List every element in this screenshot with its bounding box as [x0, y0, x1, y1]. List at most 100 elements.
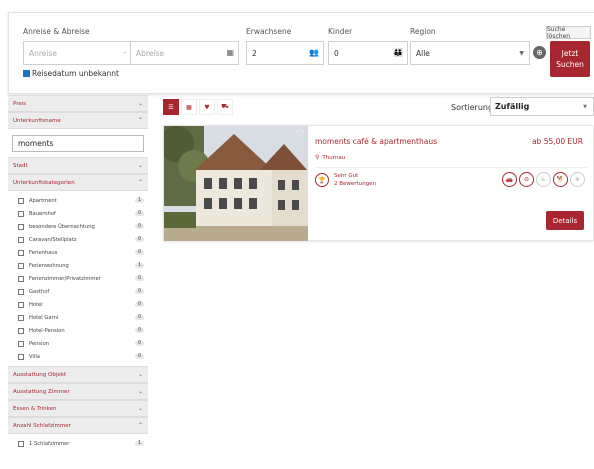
category-item[interactable]: besondere Übernachtung 0 — [8, 220, 148, 233]
checkbox-icon[interactable] — [18, 197, 24, 204]
count-badge: 0 — [134, 315, 144, 320]
count-badge: 0 — [134, 302, 144, 307]
category-item[interactable]: Apartment 1 — [8, 194, 148, 207]
filter-sidebar: Preis ⌄ Unterkunftsname ⌃ moments Stadt … — [8, 95, 148, 469]
category-label: Ferienwohnung — [29, 262, 69, 269]
category-label: Ferienzimmer/Privatzimmer — [29, 275, 101, 282]
filter-section[interactable]: Ausstattung Objekt ⌄ — [8, 366, 148, 383]
search-submit-button[interactable]: Jetzt Suchen — [550, 41, 590, 77]
chevron-down-icon: ⌄ — [137, 405, 143, 412]
checkbox-icon[interactable] — [18, 236, 24, 243]
category-label: Pension — [29, 340, 50, 347]
count-badge: 0 — [134, 289, 144, 294]
heart-icon: ♥ — [204, 103, 210, 111]
count-badge: 0 — [134, 354, 144, 359]
grid-icon: ▦ — [186, 103, 192, 111]
category-item[interactable]: Hotel Garni 0 — [8, 311, 148, 324]
date-separator: - — [123, 48, 126, 57]
adults-input[interactable]: 2 👥 — [246, 41, 324, 65]
children-label: Kinder — [328, 27, 353, 36]
result-location: ⚲ Thurnau — [315, 154, 346, 161]
checkbox-icon[interactable] — [18, 314, 24, 321]
accommodation-photo[interactable]: ♡ — [164, 126, 308, 241]
checkbox-icon[interactable] — [18, 353, 24, 360]
spa-icon: ❀ — [570, 172, 585, 187]
checkbox-icon[interactable] — [18, 210, 24, 217]
checkbox-checked-icon[interactable] — [23, 70, 30, 77]
category-item[interactable]: Ferienwohnung 1 — [8, 259, 148, 272]
checkbox-icon[interactable] — [18, 440, 24, 447]
divider — [315, 167, 587, 168]
count-badge: 1 — [134, 441, 144, 446]
filter-section[interactable]: Anzahl Schlafzimmer ⌃ — [8, 417, 148, 434]
cart-button[interactable]: ⛟ — [217, 99, 233, 115]
filter-section[interactable]: Ausstattung Zimmer ⌄ — [8, 383, 148, 400]
filter-section-categories[interactable]: Unterkunftskategorien ⌃ — [8, 174, 148, 191]
count-badge: 1 — [134, 263, 144, 268]
list-icon: ☰ — [168, 103, 174, 111]
filter-sections-bottom: Ausstattung Objekt ⌄ Ausstattung Zimmer ⌄ Es… — [8, 366, 148, 434]
unknown-date-checkbox[interactable]: Reisedatum unbekannt — [23, 69, 119, 78]
filter-section[interactable]: Essen & Trinken ⌄ — [8, 400, 148, 417]
checkbox-icon[interactable] — [18, 223, 24, 230]
count-badge: 0 — [134, 250, 144, 255]
chevron-down-icon: ⌄ — [137, 371, 143, 378]
checkbox-icon[interactable] — [18, 262, 24, 269]
grid-view-button[interactable]: ▦ — [181, 99, 197, 115]
checkbox-icon[interactable] — [18, 340, 24, 347]
sort-label: Sortierung — [451, 103, 494, 112]
region-select[interactable]: Alle ▼ — [410, 41, 530, 65]
accommodation-name-input[interactable]: moments — [12, 135, 144, 152]
count-badge: 1 — [134, 198, 144, 203]
category-item[interactable]: Villa 0 — [8, 350, 148, 363]
clear-search-button[interactable]: Suche löschen — [546, 26, 591, 40]
category-label: Caravan/Stellplatz — [29, 236, 77, 243]
no-smoking-icon: ⊘ — [519, 172, 534, 187]
category-item[interactable]: Hotel 0 — [8, 298, 148, 311]
category-item[interactable]: Gasthof 0 — [8, 285, 148, 298]
sort-select[interactable]: Zufällig ▼ — [490, 97, 594, 116]
adults-icon: 👥 — [309, 48, 319, 57]
chevron-up-icon: ⌃ — [137, 179, 143, 186]
favorites-button[interactable]: ♥ — [199, 99, 215, 115]
checkbox-icon[interactable] — [18, 249, 24, 256]
category-item[interactable]: Ferienzimmer/Privatzimmer 0 — [8, 272, 148, 285]
category-label: Bauernhof — [29, 210, 56, 217]
category-item[interactable]: Bauernhof 0 — [8, 207, 148, 220]
category-item[interactable]: Ferienhaus 0 — [8, 246, 148, 259]
departure-input[interactable]: Abreise ▦ — [130, 41, 239, 65]
category-label: besondere Übernachtung — [29, 223, 95, 230]
count-badge: 0 — [134, 211, 144, 216]
trophy-icon: 🏆 — [315, 173, 329, 187]
category-label: Apartment — [29, 197, 57, 204]
chevron-down-icon: ⌄ — [137, 162, 143, 169]
favorite-heart-icon[interactable]: ♡ — [295, 129, 304, 140]
children-input[interactable]: 0 👪 — [328, 41, 408, 65]
details-button[interactable]: Details — [546, 211, 584, 230]
filter-section-price[interactable]: Preis ⌄ — [8, 95, 148, 112]
category-item[interactable]: Hotel-Pension 0 — [8, 324, 148, 337]
category-item[interactable]: Pension 0 — [8, 337, 148, 350]
globe-icon[interactable]: ⊕ — [533, 46, 546, 59]
calendar-icon[interactable]: ▦ — [226, 48, 234, 57]
dates-label: Anreise & Abreise — [23, 27, 90, 36]
checkbox-icon[interactable] — [18, 288, 24, 295]
category-label: Villa — [29, 353, 40, 360]
map-marker-icon: ⚲ — [315, 154, 320, 161]
bedroom-item[interactable]: 1 Schlafzimmer 1 — [8, 437, 148, 450]
checkbox-icon[interactable] — [18, 301, 24, 308]
category-label: Hotel — [29, 301, 43, 308]
children-icon: 👪 — [393, 48, 403, 57]
category-item[interactable]: Caravan/Stellplatz 0 — [8, 233, 148, 246]
checkbox-icon[interactable] — [18, 275, 24, 282]
filter-section-name[interactable]: Unterkunftsname ⌃ — [8, 112, 148, 129]
chevron-down-icon: ▼ — [519, 50, 524, 57]
arrival-input[interactable]: Anreise - — [23, 41, 131, 65]
checkbox-icon[interactable] — [18, 327, 24, 334]
list-view-button[interactable]: ☰ — [163, 99, 179, 115]
result-title[interactable]: moments café & apartmenthaus — [315, 137, 437, 146]
bedroom-list: 1 Schlafzimmer 1 — [8, 434, 148, 450]
result-card[interactable]: ♡ moments café & apartmenthaus ab 55,00 … — [163, 125, 594, 241]
chevron-down-icon: ▼ — [583, 103, 587, 110]
filter-section-city[interactable]: Stadt ⌄ — [8, 157, 148, 174]
